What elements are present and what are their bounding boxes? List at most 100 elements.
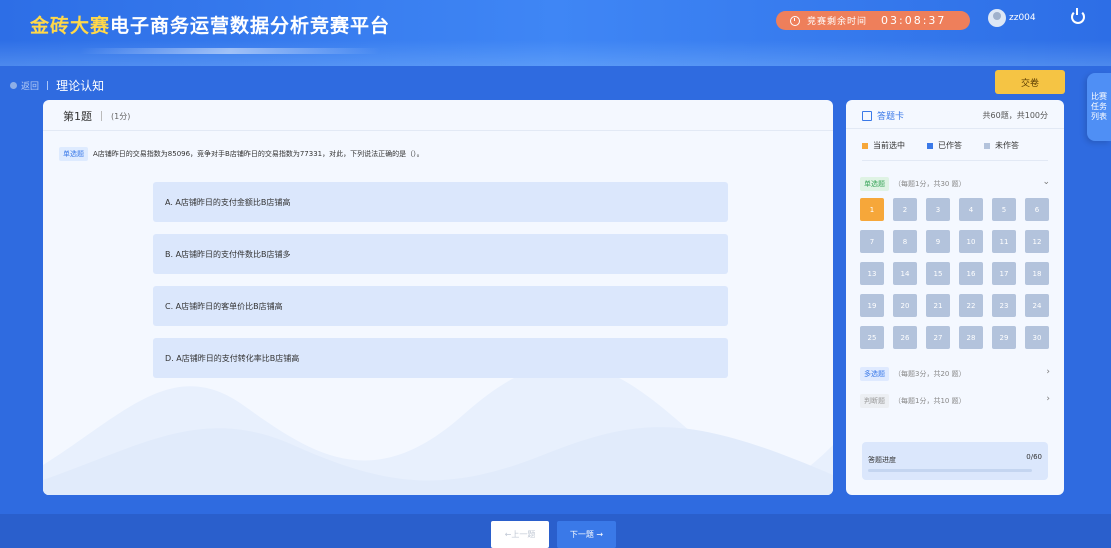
side-tab-line: 任务	[1091, 102, 1107, 111]
section-tag: 单选题	[860, 177, 889, 191]
question-panel: 第1题 (1分) 单选题 A店铺昨日的交易指数为85096，竞争对手B店铺昨日的…	[43, 100, 833, 495]
brand-logo-text: 金砖大赛	[30, 15, 111, 37]
timer-value: 03:08:37	[881, 14, 947, 27]
question-number-button[interactable]: 30	[1025, 326, 1049, 349]
back-link[interactable]: 返回	[21, 79, 39, 92]
back-icon[interactable]	[10, 82, 17, 89]
legend-unanswered: 未作答	[984, 140, 1019, 151]
answer-card-label: 答题卡	[877, 112, 905, 122]
answer-card: 答题卡 共60题，共100分 当前选中 已作答 未作答 单选题 （每题1分，共3…	[846, 100, 1064, 495]
timer-label: 竞赛剩余时间	[807, 17, 868, 27]
section-multiple-choice[interactable]: 多选题 （每题3分，共20 题） ›	[860, 367, 1050, 381]
divider	[862, 160, 1048, 161]
progress-label: 答题进度	[868, 456, 896, 464]
question-number-button[interactable]: 20	[893, 294, 917, 317]
question-number-button[interactable]: 29	[992, 326, 1016, 349]
question-number-button[interactable]: 28	[959, 326, 983, 349]
side-tab-line: 列表	[1091, 112, 1107, 121]
option-b[interactable]: B. A店铺昨日的支付件数比B店铺多	[153, 234, 728, 274]
username[interactable]: zz004	[1009, 13, 1036, 23]
page-title: 理论认知	[56, 79, 105, 93]
option-d[interactable]: D. A店铺昨日的支付转化率比B店铺高	[153, 338, 728, 378]
question-number-button[interactable]: 7	[860, 230, 884, 253]
countdown-timer: 竞赛剩余时间 03:08:37	[776, 11, 970, 30]
side-tab-task-list[interactable]: 比赛 任务 列表	[1087, 73, 1111, 141]
section-desc: （每题1分，共30 题）	[894, 180, 966, 188]
footer-bar	[0, 514, 1111, 548]
breadcrumb-separator: |	[46, 80, 50, 91]
question-number-button[interactable]: 1	[860, 198, 884, 221]
question-number-button[interactable]: 4	[959, 198, 983, 221]
chevron-right-icon[interactable]: ›	[1046, 367, 1050, 377]
question-number-button[interactable]: 18	[1025, 262, 1049, 285]
question-number-button[interactable]: 27	[926, 326, 950, 349]
question-number-button[interactable]: 25	[860, 326, 884, 349]
question-stem: 单选题 A店铺昨日的交易指数为85096，竞争对手B店铺昨日的交易指数为7733…	[59, 147, 424, 161]
question-number-button[interactable]: 26	[893, 326, 917, 349]
question-number-button[interactable]: 8	[893, 230, 917, 253]
legend-swatch	[927, 142, 933, 149]
question-number-button[interactable]: 17	[992, 262, 1016, 285]
question-number-button[interactable]: 5	[992, 198, 1016, 221]
question-number-button[interactable]: 3	[926, 198, 950, 221]
top-header: 金砖大赛电子商务运营数据分析竞赛平台 竞赛剩余时间 03:08:37 zz004	[0, 0, 1111, 66]
question-number-button[interactable]: 22	[959, 294, 983, 317]
header-divider	[101, 111, 102, 121]
submit-exam-button[interactable]: 交卷	[995, 70, 1065, 94]
power-icon[interactable]	[1071, 8, 1085, 24]
legend-current: 当前选中	[862, 140, 905, 151]
answer-card-icon	[862, 110, 872, 121]
section-desc: （每题3分，共20 题）	[894, 370, 966, 378]
clock-icon	[790, 15, 800, 26]
question-number: 第1题	[63, 110, 92, 123]
question-number-button[interactable]: 13	[860, 262, 884, 285]
section-tag: 多选题	[860, 367, 889, 381]
question-number-button[interactable]: 9	[926, 230, 950, 253]
divider	[43, 130, 833, 131]
next-question-button[interactable]: 下一题 →	[557, 521, 616, 548]
question-number-button[interactable]: 6	[1025, 198, 1049, 221]
question-type-tag: 单选题	[59, 147, 88, 161]
divider	[846, 128, 1064, 129]
question-number-button[interactable]: 14	[893, 262, 917, 285]
question-number-button[interactable]: 2	[893, 198, 917, 221]
progress-bar	[868, 469, 1032, 472]
option-c[interactable]: C. A店铺昨日的客单价比B店铺高	[153, 286, 728, 326]
legend-answered: 已作答	[927, 140, 962, 151]
legend-label: 未作答	[995, 141, 1019, 150]
platform-name: 电子商务运营数据分析竞赛平台	[110, 15, 391, 37]
user-menu[interactable]: zz004	[988, 9, 1036, 27]
option-a[interactable]: A. A店铺昨日的支付金额比B店铺高	[153, 182, 728, 222]
question-number-button[interactable]: 23	[992, 294, 1016, 317]
answer-card-title: 答题卡	[862, 109, 904, 122]
question-number-grid: 1 2 3 4 5 6 7 8 9 10 11 12 13 14 15 16 17 18 19 20 21 22 23 24 2…	[860, 198, 1050, 349]
question-number-button[interactable]: 11	[992, 230, 1016, 253]
question-number-button[interactable]: 15	[926, 262, 950, 285]
question-score: (1分)	[111, 111, 131, 121]
question-number-button[interactable]: 24	[1025, 294, 1049, 317]
breadcrumb: 返回 | 理论认知	[10, 77, 104, 94]
section-tag: 判断题	[860, 394, 889, 408]
prev-question-button[interactable]: ←上一题	[491, 521, 549, 548]
question-number-button[interactable]: 10	[959, 230, 983, 253]
legend-swatch	[984, 142, 990, 149]
question-number-button[interactable]: 16	[959, 262, 983, 285]
section-desc: （每题1分，共10 题）	[894, 397, 966, 405]
legend-swatch	[862, 142, 868, 149]
answer-legend: 当前选中 已作答 未作答	[862, 140, 1041, 151]
side-tab-line: 比赛	[1091, 92, 1107, 101]
answer-progress: 答题进度 0/60	[862, 442, 1048, 480]
question-number-button[interactable]: 12	[1025, 230, 1049, 253]
question-number-button[interactable]: 21	[926, 294, 950, 317]
progress-value: 0/60	[1026, 453, 1042, 461]
chevron-down-icon[interactable]: ⌄	[1042, 177, 1050, 187]
question-number-button[interactable]: 19	[860, 294, 884, 317]
question-text: A店铺昨日的交易指数为85096，竞争对手B店铺昨日的交易指数为77331，对此…	[93, 150, 424, 158]
answer-card-total: 共60题，共100分	[982, 111, 1048, 120]
legend-label: 已作答	[938, 141, 962, 150]
platform-title: 金砖大赛电子商务运营数据分析竞赛平台	[30, 11, 390, 38]
avatar[interactable]	[988, 9, 1006, 27]
section-single-choice[interactable]: 单选题 （每题1分，共30 题） ⌄	[860, 177, 1050, 191]
chevron-right-icon[interactable]: ›	[1046, 394, 1050, 404]
section-true-false[interactable]: 判断题 （每题1分，共10 题） ›	[860, 394, 1050, 408]
